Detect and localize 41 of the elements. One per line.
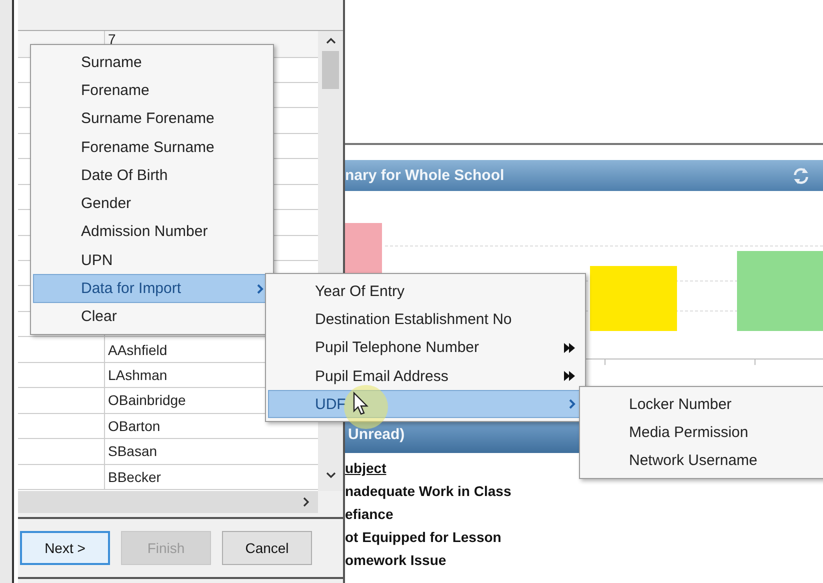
message-subject: efiance xyxy=(345,505,394,524)
column-header: 7 xyxy=(107,31,117,49)
message-subject: ot Equipped for Lesson xyxy=(345,528,502,547)
menu-item[interactable]: Network Username xyxy=(582,446,822,475)
menu-item[interactable]: Date Of Birth xyxy=(33,161,271,190)
menu-item[interactable]: Surname xyxy=(33,48,271,76)
chevron-right-icon xyxy=(569,399,576,410)
table-cell: LAshman xyxy=(108,366,168,383)
refresh-icon[interactable] xyxy=(791,166,811,186)
menu-item[interactable]: Locker Number xyxy=(582,390,822,418)
table-cell: OBarton xyxy=(108,418,160,434)
menu-item[interactable]: Gender xyxy=(33,189,271,218)
table-cell: BBecker xyxy=(108,468,161,485)
menu-item[interactable]: Pupil Email Address xyxy=(268,362,583,390)
menu-item[interactable]: Forename Surname xyxy=(33,132,271,162)
scroll-right-icon[interactable] xyxy=(302,497,310,507)
menu-item[interactable]: Surname Forename xyxy=(33,104,271,133)
menu-item[interactable]: Forename xyxy=(33,76,271,105)
menu-item[interactable]: UPN xyxy=(33,246,271,274)
menu-item[interactable]: Media Permission xyxy=(582,418,822,447)
panel-title: nary for Whole School xyxy=(345,167,504,184)
menu-item[interactable]: Admission Number xyxy=(33,218,271,246)
scroll-up-icon[interactable] xyxy=(326,37,336,45)
horizontal-scrollbar[interactable] xyxy=(18,491,318,513)
table-cell: AAshfield xyxy=(108,342,168,358)
scroll-thumb[interactable] xyxy=(322,51,339,89)
panel-title: Unread) xyxy=(348,426,405,442)
dialog-button[interactable]: Cancel xyxy=(222,531,312,565)
dialog-button[interactable]: Next > xyxy=(20,531,110,565)
scroll-down-icon[interactable] xyxy=(326,471,336,479)
column-header: ubject xyxy=(345,459,386,478)
message-subject: nadequate Work in Class xyxy=(345,482,512,501)
table-cell: SBasan xyxy=(108,443,158,460)
double-arrow-icon xyxy=(564,342,576,353)
menu-item[interactable]: Destination Establishment No xyxy=(268,305,583,334)
message-subject: omework Issue xyxy=(345,551,446,570)
chevron-right-icon xyxy=(257,284,264,294)
menu-item[interactable]: Pupil Telephone Number xyxy=(268,334,583,362)
menu-item[interactable]: Year Of Entry xyxy=(268,277,583,306)
double-arrow-icon xyxy=(564,371,576,382)
table-cell: OBainbridge xyxy=(108,392,186,408)
